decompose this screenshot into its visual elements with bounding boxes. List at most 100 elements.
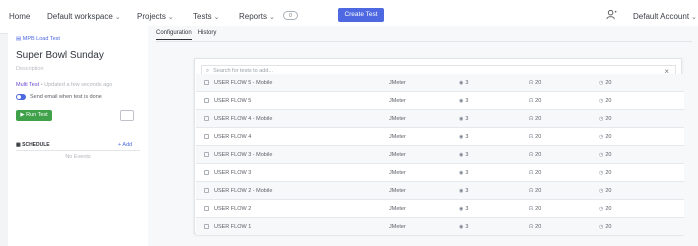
duration-text: 20 <box>605 224 612 230</box>
account-dropdown[interactable]: Default Account ⌄ <box>633 12 697 21</box>
nav-home[interactable]: Home <box>9 12 30 21</box>
users-icon: ᗣ <box>529 116 534 122</box>
email-toggle-label: Send email when test is done <box>30 94 102 100</box>
create-test-button[interactable]: Create Test <box>338 8 384 22</box>
test-type: Multi Test <box>16 82 40 88</box>
tab-history[interactable]: History <box>198 30 217 40</box>
users-value: 20 <box>535 134 542 140</box>
nav-tests-dropdown[interactable]: Tests ⌄ <box>193 12 220 21</box>
users-count: ᗣ 20 <box>529 98 541 104</box>
email-toggle[interactable] <box>16 94 26 100</box>
locations-value: 3 <box>465 206 469 212</box>
location-icon: ◉ <box>459 98 464 104</box>
add-schedule-link[interactable]: + Add <box>118 142 132 148</box>
locations-value: 3 <box>465 170 469 176</box>
list-item[interactable]: USER FLOW 2 - Mobile JMeter ◉ 3 ᗣ 20 ◷ 20 <box>196 182 684 200</box>
run-test-button[interactable]: ▶ Run Test <box>16 110 52 121</box>
duration-value: ◷ 20 <box>599 206 612 212</box>
more-options-button[interactable] <box>120 110 134 121</box>
users-count: ᗣ 20 <box>529 80 541 86</box>
test-engine: JMeter <box>389 134 406 140</box>
test-checkbox[interactable] <box>204 134 209 139</box>
location-icon: ◉ <box>459 206 464 212</box>
tab-configuration[interactable]: Configuration <box>156 30 192 40</box>
list-item[interactable]: USER FLOW 5 - Mobile JMeter ◉ 3 ᗣ 20 ◷ 20 <box>196 74 684 92</box>
page-title[interactable]: Super Bowl Sunday <box>16 50 104 61</box>
list-item[interactable]: USER FLOW 4 - Mobile JMeter ◉ 3 ᗣ 20 ◷ 20 <box>196 110 684 128</box>
duration-value: ◷ 20 <box>599 188 612 194</box>
test-checkbox[interactable] <box>204 116 209 121</box>
breadcrumb-label: MPB Load Test <box>22 36 60 42</box>
users-count: ᗣ 20 <box>529 206 541 212</box>
test-checkbox[interactable] <box>204 224 209 229</box>
schedule-label: SCHEDULE <box>22 142 50 148</box>
nav-tests-label: Tests <box>193 12 212 21</box>
users-icon: ᗣ <box>529 152 534 158</box>
duration-value: ◷ 20 <box>599 152 612 158</box>
clock-icon: ◷ <box>599 152 604 158</box>
locations-count: ◉ 3 <box>459 188 468 194</box>
list-item[interactable]: USER FLOW 5 JMeter ◉ 3 ᗣ 20 ◷ 20 <box>196 92 684 110</box>
list-item[interactable]: USER FLOW 1 JMeter ◉ 3 ᗣ 20 ◷ 20 <box>196 218 684 236</box>
users-value: 20 <box>535 170 542 176</box>
clock-icon: ◷ <box>599 134 604 140</box>
breadcrumb[interactable]: ▤ MPB Load Test <box>16 36 60 42</box>
users-icon: ᗣ <box>529 80 534 86</box>
chevron-down-icon: ⌄ <box>167 14 174 21</box>
test-engine: JMeter <box>389 152 406 158</box>
test-checkbox[interactable] <box>204 98 209 103</box>
test-name: USER FLOW 3 - Mobile <box>214 152 273 158</box>
users-count: ᗣ 20 <box>529 170 541 176</box>
users-value: 20 <box>535 188 542 194</box>
users-value: 20 <box>535 116 542 122</box>
locations-count: ◉ 3 <box>459 224 468 230</box>
test-checkbox[interactable] <box>204 206 209 211</box>
description-field[interactable]: Description <box>16 66 44 72</box>
test-checkbox[interactable] <box>204 188 209 193</box>
list-item[interactable]: USER FLOW 2 JMeter ◉ 3 ᗣ 20 ◷ 20 <box>196 200 684 218</box>
test-engine: JMeter <box>389 116 406 122</box>
nav-projects-dropdown[interactable]: Projects ⌄ <box>137 12 174 21</box>
test-name: USER FLOW 5 - Mobile <box>214 80 273 86</box>
test-name: USER FLOW 5 <box>214 98 252 104</box>
clock-icon: ◷ <box>599 188 604 194</box>
test-icon: ▤ <box>16 36 23 42</box>
users-value: 20 <box>535 206 542 212</box>
locations-value: 3 <box>465 188 469 194</box>
users-count: ᗣ 20 <box>529 134 541 140</box>
test-name: USER FLOW 3 <box>214 170 252 176</box>
users-icon: ᗣ <box>529 224 534 230</box>
test-name: USER FLOW 4 - Mobile <box>214 116 273 122</box>
nav-workspace-label: Default workspace <box>47 12 113 21</box>
location-icon: ◉ <box>459 188 464 194</box>
nav-reports-dropdown[interactable]: Reports ⌄ <box>239 12 275 21</box>
duration-text: 20 <box>605 170 612 176</box>
email-notification-row: Send email when test is done <box>16 94 102 100</box>
list-item[interactable]: USER FLOW 4 JMeter ◉ 3 ᗣ 20 ◷ 20 <box>196 128 684 146</box>
locations-value: 3 <box>465 80 469 86</box>
test-name: USER FLOW 1 <box>214 224 252 230</box>
clock-icon: ◷ <box>599 116 604 122</box>
duration-value: ◷ 20 <box>599 134 612 140</box>
list-item[interactable]: USER FLOW 3 JMeter ◉ 3 ᗣ 20 ◷ 20 <box>196 164 684 182</box>
test-engine: JMeter <box>389 188 406 194</box>
test-checkbox[interactable] <box>204 152 209 157</box>
chevron-down-icon: ⌄ <box>691 14 697 21</box>
divider <box>16 150 140 151</box>
duration-value: ◷ 20 <box>599 80 612 86</box>
location-icon: ◉ <box>459 134 464 140</box>
locations-value: 3 <box>465 152 469 158</box>
nav-workspace-dropdown[interactable]: Default workspace ⌄ <box>47 12 121 21</box>
users-value: 20 <box>535 224 542 230</box>
list-item[interactable]: USER FLOW 3 - Mobile JMeter ◉ 3 ᗣ 20 ◷ 20 <box>196 146 684 164</box>
users-icon: ᗣ <box>529 188 534 194</box>
user-icon[interactable] <box>606 9 617 20</box>
users-count: ᗣ 20 <box>529 224 541 230</box>
test-name: USER FLOW 4 <box>214 134 252 140</box>
test-checkbox[interactable] <box>204 170 209 175</box>
test-checkbox[interactable] <box>204 80 209 85</box>
duration-text: 20 <box>605 188 612 194</box>
clock-icon: ◷ <box>599 170 604 176</box>
location-icon: ◉ <box>459 116 464 122</box>
locations-value: 3 <box>465 134 469 140</box>
